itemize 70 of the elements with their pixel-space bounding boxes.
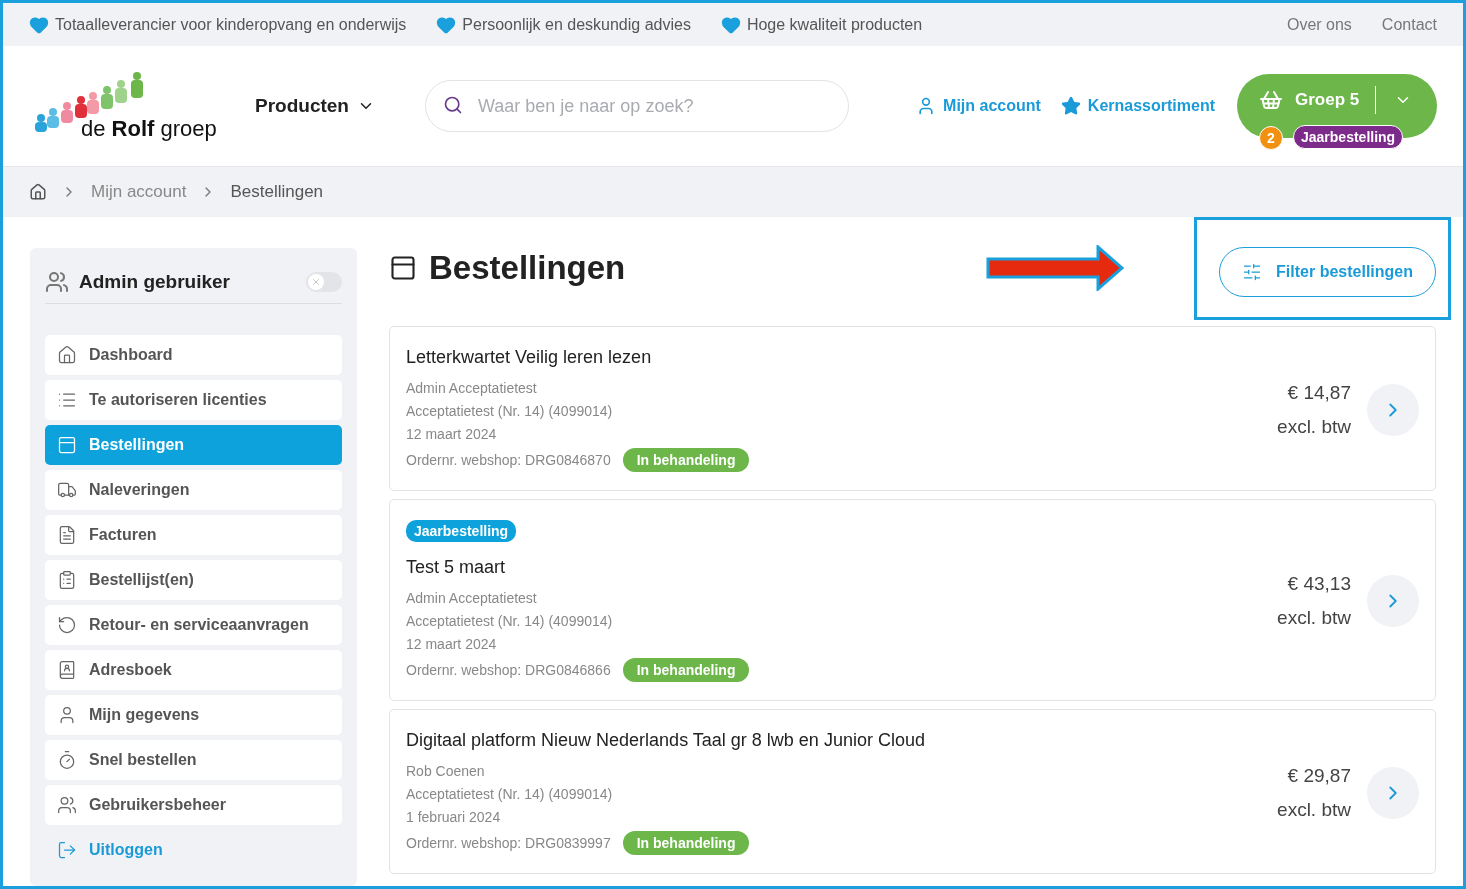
toggle-switch[interactable] [306, 271, 342, 292]
products-menu[interactable]: Producten [255, 95, 375, 117]
sidebar-item[interactable]: Adresboek [45, 650, 342, 690]
usp-text: Totaalleverancier voor kinderopvang en onderwijs [55, 15, 407, 34]
address-book-icon [57, 660, 77, 680]
open-button[interactable] [1367, 575, 1419, 627]
star-icon [1060, 96, 1081, 116]
order-title: Letterkwartet Veilig leren lezen [406, 347, 653, 368]
order-tag: Jaarbestelling [406, 520, 517, 542]
document-icon [57, 525, 77, 545]
usp-text: Persoonlijk en deskundig advies [462, 15, 691, 34]
box-icon [389, 254, 417, 282]
cart-tag: Jaarbestelling [1293, 125, 1404, 149]
order-detail: Acceptatietest (Nr. 14) (4099014) [406, 612, 614, 630]
order-price: € 29,87 [1287, 764, 1351, 787]
sidebar-item[interactable]: Naleveringen [45, 470, 342, 510]
tax-note: excl. btw [1277, 798, 1351, 821]
order-detail: 12 maart 2024 [406, 425, 498, 443]
sidebar-item[interactable]: Mijn gegevens [45, 695, 342, 735]
truck-icon [57, 480, 77, 500]
order-detail: 12 maart 2024 [406, 635, 498, 653]
order-number: Ordernr. webshop: DRG0846866 [406, 661, 611, 679]
order-detail: 1 februari 2024 [406, 808, 502, 826]
order-number: Ordernr. webshop: DRG0846870 [406, 451, 611, 469]
tax-note: excl. btw [1277, 607, 1351, 629]
search-field[interactable]: Waar ben je naar op zoek? [424, 80, 849, 132]
status-badge: In behandeling [622, 831, 750, 855]
stopwatch-icon [57, 750, 77, 770]
undo-icon [57, 615, 77, 635]
order-detail: Rob Coenen [406, 762, 486, 780]
heart-icon [29, 14, 49, 35]
logo-text: de Rolf groep [81, 116, 217, 142]
sidebar-title: Admin gebruiker [79, 270, 231, 293]
sidebar-item[interactable]: Snel bestellen [45, 740, 342, 780]
users-icon [45, 269, 69, 294]
heart-icon [436, 14, 457, 35]
order-price: € 14,87 [1287, 381, 1351, 404]
usp-text: Hoge kwaliteit producten [746, 15, 923, 34]
sidebar-item[interactable]: Bestellijst(en) [45, 560, 342, 600]
sidebar-item[interactable]: Dashboard [45, 335, 342, 375]
sidebar-item[interactable]: Retour- en serviceaanvragen [45, 605, 342, 645]
cart-count: 2 [1259, 126, 1283, 150]
close-icon [311, 276, 321, 287]
basket-icon [1259, 88, 1283, 112]
order-title: Digitaal platform Nieuw Nederlands Taal gr 8 lwb en Junior Cloud [406, 730, 926, 751]
order-detail: Admin Acceptatietest [406, 379, 538, 397]
sidebar-item[interactable]: Facturen [45, 515, 342, 555]
order-title: Test 5 maart [406, 557, 507, 578]
sliders-icon [1242, 261, 1263, 282]
tax-note: excl. btw [1277, 415, 1351, 438]
breadcrumb-link[interactable]: Bestellingen [230, 182, 324, 202]
logout-icon [57, 840, 77, 860]
order-detail: Acceptatietest (Nr. 14) (4099014) [406, 785, 614, 803]
heart-icon [720, 14, 741, 35]
top-link[interactable]: Contact [1381, 15, 1437, 34]
house-icon [57, 345, 77, 365]
home-icon[interactable] [29, 183, 47, 201]
order-detail: Admin Acceptatietest [406, 589, 538, 607]
clipboard-icon [57, 570, 77, 590]
page-title: Bestellingen [429, 249, 626, 287]
top-link[interactable]: Over ons [1286, 15, 1352, 34]
sidebar-item[interactable]: Gebruikersbeheer [45, 785, 342, 825]
status-badge: In behandeling [622, 448, 750, 472]
box-icon [57, 435, 77, 455]
order-detail: Acceptatietest (Nr. 14) (4099014) [406, 402, 614, 420]
users-icon [57, 795, 77, 815]
status-badge: In behandeling [622, 658, 750, 682]
sidebar-item[interactable]: Te autoriseren licenties [45, 380, 342, 420]
order-number: Ordernr. webshop: DRG0839997 [406, 834, 611, 852]
order-price: € 43,13 [1287, 573, 1351, 595]
